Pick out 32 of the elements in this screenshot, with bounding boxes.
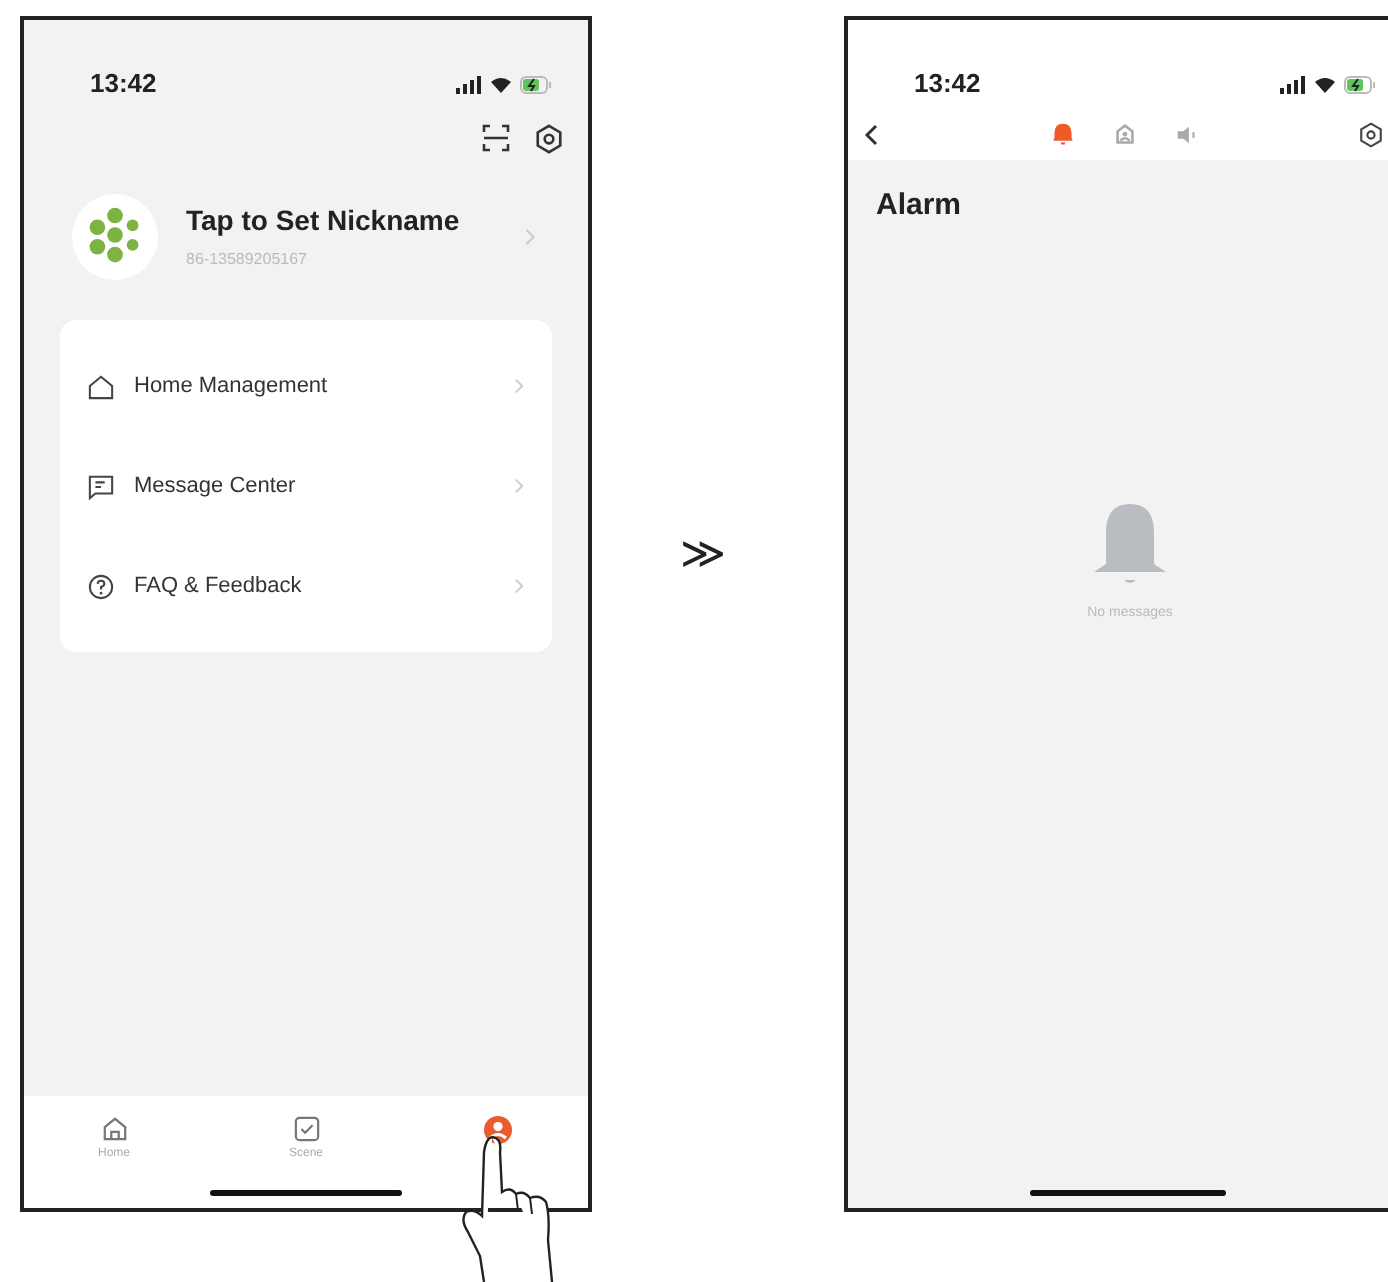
menu-item[interactable]: Message Center xyxy=(60,436,552,536)
chevron-icon xyxy=(514,578,524,594)
chevron-icon xyxy=(524,227,536,245)
menu-item[interactable]: Home Management xyxy=(60,336,552,436)
avatar-icon xyxy=(72,193,158,279)
bell-icon[interactable] xyxy=(1049,121,1075,147)
battery-icon xyxy=(520,75,552,93)
checkbox-icon xyxy=(293,1116,319,1142)
menu-item[interactable]: FAQ & Feedback xyxy=(60,536,552,636)
chevron-icon xyxy=(514,478,524,494)
wifi-icon xyxy=(490,75,512,93)
back-icon[interactable] xyxy=(864,123,878,145)
message-icon xyxy=(88,473,114,499)
chevron-icon xyxy=(514,378,524,394)
help-icon xyxy=(88,573,114,599)
scan-icon[interactable] xyxy=(482,124,510,152)
settings-icon[interactable] xyxy=(534,123,564,153)
status-time: 13:42 xyxy=(914,66,981,103)
menu-label: Home Management xyxy=(134,371,330,402)
status-time: 13:42 xyxy=(90,66,157,103)
menu-label: FAQ & Feedback xyxy=(134,571,304,602)
nickname: Tap to Set Nickname xyxy=(186,202,462,240)
menu-label: Message Center xyxy=(134,471,298,502)
page-title: Alarm xyxy=(874,186,964,226)
signal-icon xyxy=(456,75,482,93)
home-icon xyxy=(101,1116,127,1142)
transition-arrow: ≫ xyxy=(680,526,726,582)
settings-icon[interactable] xyxy=(1358,121,1384,147)
battery-icon xyxy=(1344,75,1376,93)
signal-icon xyxy=(1280,75,1306,93)
wifi-icon xyxy=(1314,75,1336,93)
home-icon xyxy=(88,373,114,399)
